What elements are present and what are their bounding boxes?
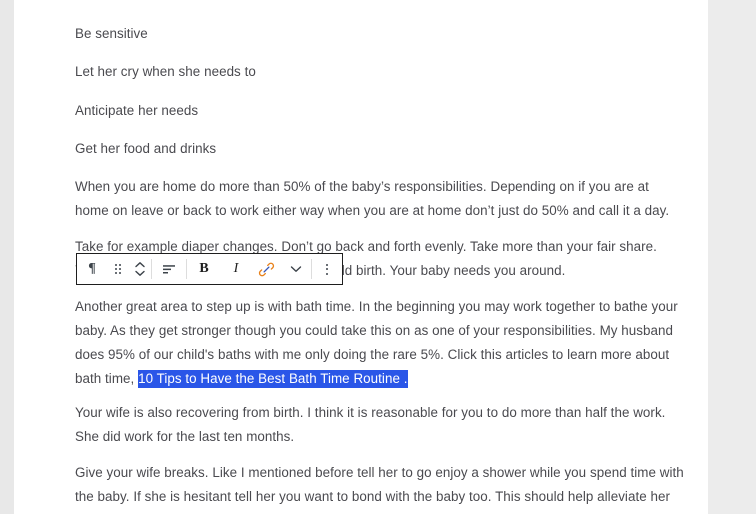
- align-group: [152, 254, 186, 284]
- paragraph-block[interactable]: When you are home do more than 50% of th…: [75, 175, 675, 223]
- paragraph-block-with-link[interactable]: Another great area to step up is with ba…: [75, 295, 691, 391]
- paragraph-block[interactable]: Get her food and drinks: [75, 137, 216, 161]
- block-controls-group: ¶: [77, 254, 151, 284]
- italic-icon: I: [233, 261, 239, 276]
- align-text-button[interactable]: [152, 254, 186, 284]
- rich-text-group: B I: [187, 254, 311, 284]
- pilcrow-icon: ¶: [88, 261, 96, 276]
- paragraph-block[interactable]: Give your wife breaks. Like I mentioned …: [75, 461, 687, 514]
- bold-icon: B: [199, 261, 209, 276]
- right-gutter: [708, 0, 756, 514]
- block-toolbar[interactable]: ¶ B I: [76, 253, 343, 285]
- link-button[interactable]: [251, 254, 281, 284]
- chevron-down-icon: [290, 266, 302, 272]
- drag-handle-icon[interactable]: [107, 254, 129, 284]
- editor-canvas[interactable]: Be sensitive Let her cry when she needs …: [14, 0, 708, 514]
- paragraph-block[interactable]: Let her cry when she needs to: [75, 60, 256, 84]
- more-rich-text-button[interactable]: [281, 254, 311, 284]
- chevron-up-down-icon: [135, 262, 145, 276]
- paragraph-block[interactable]: Your wife is also recovering from birth.…: [75, 401, 687, 449]
- paragraph-block[interactable]: Be sensitive: [75, 22, 148, 46]
- left-gutter: [0, 0, 14, 514]
- bold-button[interactable]: B: [187, 254, 221, 284]
- options-group: [312, 254, 342, 284]
- options-button[interactable]: [312, 254, 342, 284]
- editor-screen: Be sensitive Let her cry when she needs …: [0, 0, 756, 514]
- paragraph-block[interactable]: Anticipate her needs: [75, 99, 198, 123]
- link-icon: [258, 262, 274, 276]
- selected-link-text[interactable]: 10 Tips to Have the Best Bath Time Routi…: [138, 370, 408, 388]
- italic-button[interactable]: I: [221, 254, 251, 284]
- align-left-icon: [163, 265, 175, 274]
- block-type-paragraph-icon[interactable]: ¶: [77, 254, 107, 284]
- kebab-menu-icon: [326, 263, 328, 275]
- move-up-down-icon[interactable]: [129, 254, 151, 284]
- six-dots-icon: [115, 264, 121, 274]
